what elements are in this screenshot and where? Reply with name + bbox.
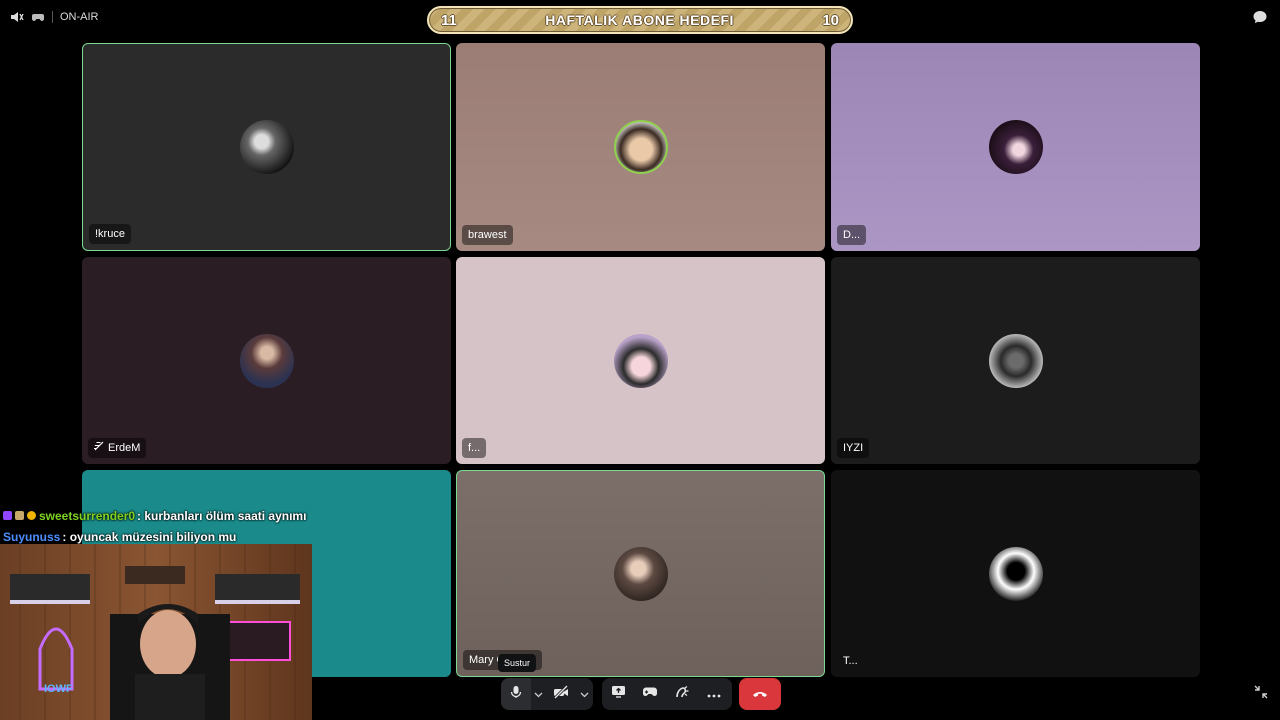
participant-tile[interactable]: T... [831,470,1200,677]
speaker-muted-icon[interactable] [10,10,24,24]
mic-muted-icon [93,438,104,458]
participant-tile[interactable]: Mary Cy [456,470,825,677]
subscriber-goal-banner: 11 HAFTALIK ABONE HEDEFI 10 [427,6,853,34]
activities-button[interactable] [634,678,666,710]
participant-tile[interactable]: ErdeM [82,257,451,464]
audio-control-group [501,678,593,710]
audio-options-button[interactable] [531,678,545,710]
participant-avatar [988,333,1043,388]
top-left-status: ON-AIR [10,8,99,26]
goal-current: 11 [441,11,457,29]
participant-avatar [239,333,294,388]
chat-username: Suyunuss [3,529,61,544]
chat-message: sweetsurrender0 : kurbanları ölüm saati … [3,505,306,526]
participant-avatar [239,120,294,174]
participant-name: brawest [462,225,513,245]
exit-fullscreen-button[interactable] [1254,685,1268,704]
goal-title: HAFTALIK ABONE HEDEFI [545,12,734,28]
disconnect-button[interactable] [739,678,781,710]
participant-avatar [988,120,1043,174]
subscriber-badge-icon [3,511,12,520]
camera-button[interactable] [545,678,577,710]
game-controller-icon[interactable] [31,10,45,24]
gamepad-icon [642,685,658,703]
on-air-label: ON-AIR [60,11,99,23]
streamer-webcam: IOWF [0,544,312,720]
microphone-icon [510,685,522,704]
minimize-icon [1254,685,1268,703]
soundboard-button[interactable] [666,678,698,710]
participant-avatar [613,546,668,601]
stream-chat-overlay: sweetsurrender0 : kurbanları ölüm saati … [3,505,306,547]
participant-name: !kruce [89,224,131,244]
participant-name: IYZI [837,438,870,458]
svg-text:IOWF: IOWF [44,683,73,695]
screen-share-button[interactable] [602,678,634,710]
chat-username: sweetsurrender0 [39,508,136,523]
activity-control-group [602,678,732,710]
chat-text: : oyuncak müzesini biliyon mu [62,529,237,544]
participant-tile[interactable]: D... [831,43,1200,251]
participant-avatar [613,333,668,388]
video-options-button[interactable] [577,678,591,710]
soundboard-icon [675,685,689,704]
participant-tile[interactable]: brawest [456,43,825,251]
more-icon [707,685,721,703]
participant-name: D... [837,225,867,245]
bits-badge-icon [27,511,36,520]
participant-avatar [988,546,1043,601]
goal-target: 10 [822,11,839,29]
screen-share-icon [611,685,626,703]
vip-badge-icon [15,511,24,520]
participant-tile[interactable]: !kruce [82,43,451,251]
mute-button[interactable] [501,678,531,710]
mute-tooltip: Sustur [498,654,537,672]
chevron-down-icon [580,685,589,703]
participant-tile[interactable]: f... [456,257,825,464]
participant-tile[interactable]: IYZI [831,257,1200,464]
camera-off-icon [553,684,569,704]
phone-hangup-icon [752,685,768,703]
participant-avatar [613,120,668,174]
more-options-button[interactable] [698,678,730,710]
chat-text: : kurbanları ölüm saati aynımı [137,508,307,523]
chevron-down-icon [534,685,543,703]
participant-name: f... [462,438,487,458]
chat-bubble-icon[interactable] [1252,9,1268,30]
participant-name: ErdeM [88,438,147,458]
participant-name: T... [843,655,858,667]
divider [52,11,53,23]
